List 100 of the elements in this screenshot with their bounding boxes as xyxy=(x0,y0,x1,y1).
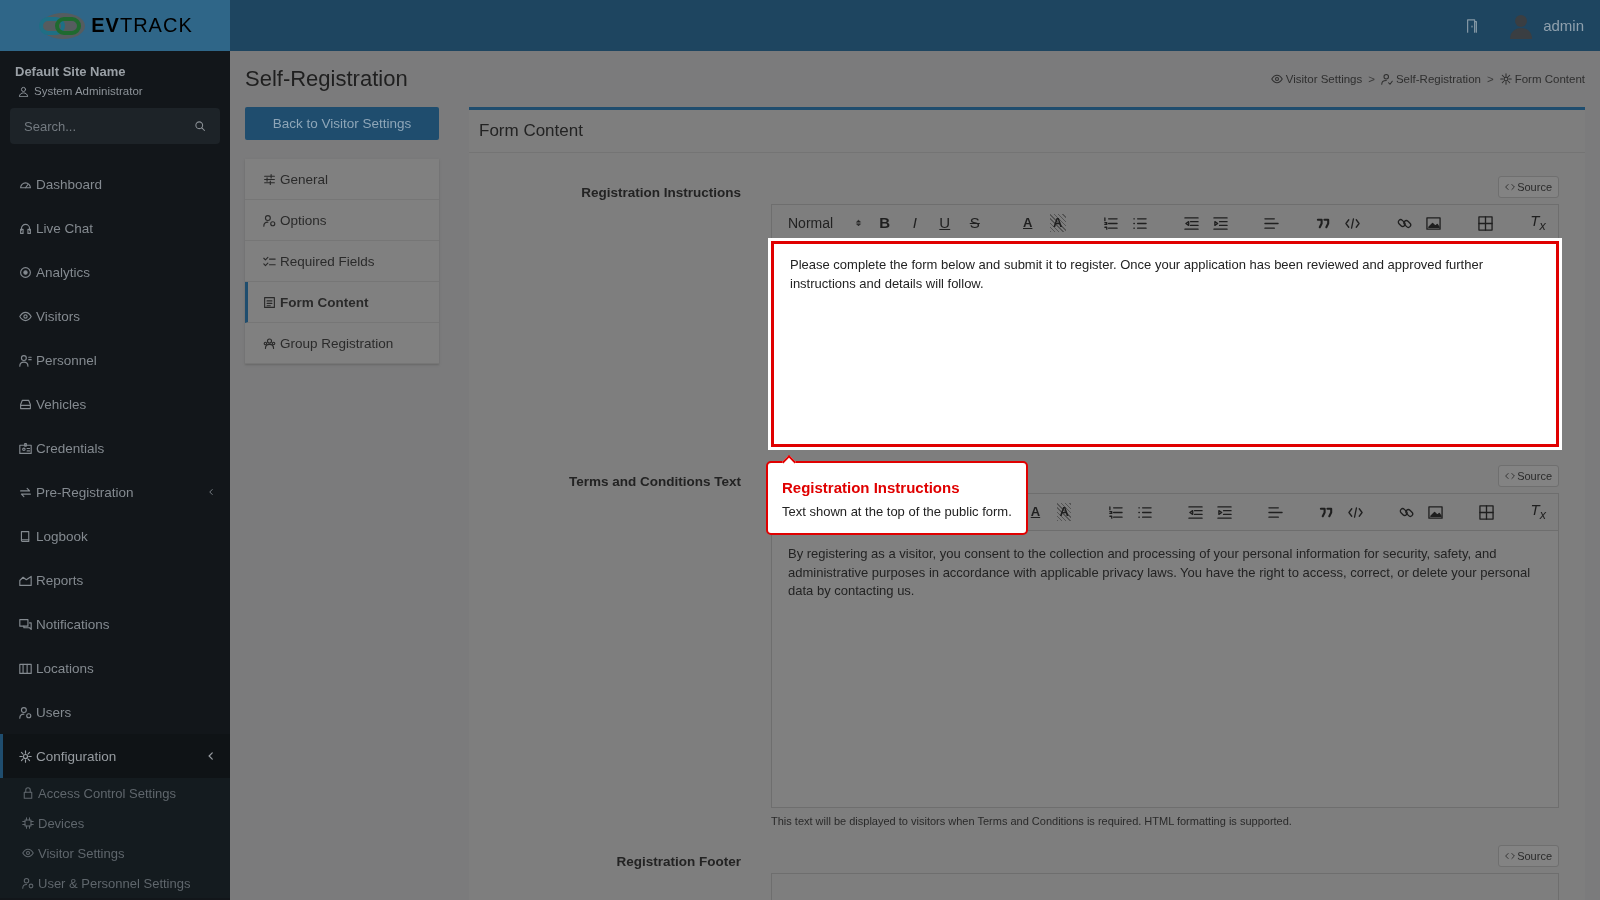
format-button[interactable]: I xyxy=(906,214,923,232)
code-icon xyxy=(1505,471,1516,481)
eye-icon xyxy=(1270,73,1283,85)
section-tab[interactable]: General xyxy=(245,159,439,200)
back-button[interactable]: Back to Visitor Settings xyxy=(245,107,439,140)
ordered-list-icon xyxy=(1102,215,1118,231)
user-check-icon xyxy=(1380,73,1393,85)
submenu-item[interactable]: Access Control Settings xyxy=(0,778,230,808)
target-icon xyxy=(19,265,32,279)
breadcrumb-link[interactable]: Form Content xyxy=(1499,73,1585,85)
highlight-button[interactable]: A xyxy=(1049,214,1066,232)
code-icon xyxy=(1505,851,1516,861)
sort-caret-icon xyxy=(853,217,863,229)
sliders-icon xyxy=(263,172,276,186)
outdent-icon xyxy=(1183,215,1199,231)
ordered-list-icon xyxy=(1107,504,1123,520)
section-tab[interactable]: Form Content xyxy=(245,282,439,323)
breadcrumb-separator: > xyxy=(1486,73,1494,85)
sidebar-item[interactable]: Personnel xyxy=(0,338,230,382)
book-icon xyxy=(19,529,32,543)
chart-icon xyxy=(19,573,32,587)
car-icon xyxy=(19,397,32,411)
table-icon xyxy=(1478,215,1494,231)
user-gear-icon xyxy=(19,705,32,719)
eye-icon xyxy=(22,847,34,859)
source-button[interactable]: Source xyxy=(1498,176,1559,198)
user-gear-icon xyxy=(22,877,34,889)
outdent-icon xyxy=(1187,504,1203,520)
code-icon xyxy=(1348,504,1364,520)
help-text: This text will be displayed to visitors when Terms and Conditions is required. HTML formatting is supported. xyxy=(771,815,1293,827)
sidebar-item[interactable]: Configuration xyxy=(0,734,230,778)
sidebar-item[interactable]: Visitors xyxy=(0,294,230,338)
sidebar-item[interactable]: Credentials xyxy=(0,426,230,470)
code-icon xyxy=(1505,182,1516,192)
field-label: Terms and Conditions Text xyxy=(568,473,741,491)
sidebar-item[interactable]: Live Chat xyxy=(0,206,230,250)
sidebar-item[interactable]: Locations xyxy=(0,646,230,690)
image-icon xyxy=(1426,215,1442,231)
section-tab[interactable]: Group Registration xyxy=(245,323,439,364)
format-select[interactable]: Normal xyxy=(788,215,863,231)
text-color-button[interactable]: A xyxy=(1028,503,1043,521)
submenu-item[interactable]: User & Personnel Settings xyxy=(0,868,230,898)
checklist-icon xyxy=(263,254,276,268)
text-color-button[interactable]: A xyxy=(1019,214,1036,232)
document-icon xyxy=(263,295,276,309)
highlight-button[interactable]: A xyxy=(1056,503,1072,521)
avatar-icon[interactable] xyxy=(1509,12,1534,39)
breadcrumb-link[interactable]: Visitor Settings xyxy=(1270,73,1363,85)
text-editor[interactable]: By registering as a visitor, you consent to the collection and processing of your personal information for security, safety, and administrative purposes in accordance with applicable privacy laws. You have the right to access, correct, or delete your personal data by contacting us. xyxy=(771,530,1559,808)
logo[interactable]: EVTRACK xyxy=(0,0,230,51)
format-button[interactable]: U xyxy=(936,214,953,232)
page-title: Self-Registration xyxy=(245,66,408,92)
section-tab[interactable]: Required Fields xyxy=(245,241,439,282)
format-button[interactable]: B xyxy=(876,214,893,232)
align-left-icon xyxy=(1267,504,1283,520)
bullet-list-icon xyxy=(1131,215,1147,231)
bullet-list-icon xyxy=(1136,504,1152,520)
user-icon xyxy=(18,85,29,97)
sidebar-item[interactable]: Pre-Registration xyxy=(0,470,230,514)
image-icon xyxy=(1428,504,1444,520)
headset-icon xyxy=(19,221,32,235)
clear-format-button[interactable]: T$_{x}$ xyxy=(1529,211,1546,235)
submenu-item[interactable]: Visitor Settings xyxy=(0,838,230,868)
sidebar-item[interactable]: Analytics xyxy=(0,250,230,294)
sidebar-item[interactable]: Vehicles xyxy=(0,382,230,426)
panel-title: Form Content xyxy=(469,110,1585,153)
sidebar-item[interactable]: Notifications xyxy=(0,602,230,646)
eye-icon xyxy=(19,309,32,323)
sidebar-item[interactable]: Dashboard xyxy=(0,162,230,206)
id-card-icon xyxy=(19,441,32,455)
lock-icon xyxy=(22,787,34,799)
format-button[interactable]: S xyxy=(966,214,983,232)
search-icon xyxy=(194,120,206,132)
sidebar-item[interactable]: Reports xyxy=(0,558,230,602)
user-name[interactable]: admin xyxy=(1543,17,1584,34)
map-icon xyxy=(19,661,32,675)
source-button[interactable]: Source xyxy=(1498,845,1559,867)
sidebar-item[interactable]: Logbook xyxy=(0,514,230,558)
breadcrumb-separator: > xyxy=(1368,73,1375,85)
group-icon xyxy=(263,336,276,350)
chip-icon xyxy=(22,817,34,829)
search-field[interactable]: Search... xyxy=(10,108,220,144)
popover-text: Text shown at the top of the public form. xyxy=(782,504,1012,519)
chat-icon xyxy=(19,617,32,631)
breadcrumb-link[interactable]: Self-Registration xyxy=(1380,73,1481,85)
text-editor[interactable]: Please complete the form below and submit it to register. Once your application has been reviewed and approved further instructions and details will follow. xyxy=(771,241,1559,447)
code-icon xyxy=(1345,215,1361,231)
table-icon xyxy=(1479,504,1495,520)
site-name: Default Site Name xyxy=(14,63,127,79)
section-tab[interactable]: Options xyxy=(245,200,439,241)
indent-icon xyxy=(1216,504,1232,520)
submenu-item[interactable]: Devices xyxy=(0,808,230,838)
sidebar-item[interactable]: Users xyxy=(0,690,230,734)
clear-format-button[interactable]: T$_{x}$ xyxy=(1530,500,1546,524)
indent-icon xyxy=(1212,215,1228,231)
door-icon xyxy=(1465,17,1480,34)
source-button[interactable]: Source xyxy=(1498,465,1559,487)
popover-title: Registration Instructions xyxy=(782,479,961,496)
user-gear-icon xyxy=(263,213,276,227)
person-icon xyxy=(19,353,32,367)
